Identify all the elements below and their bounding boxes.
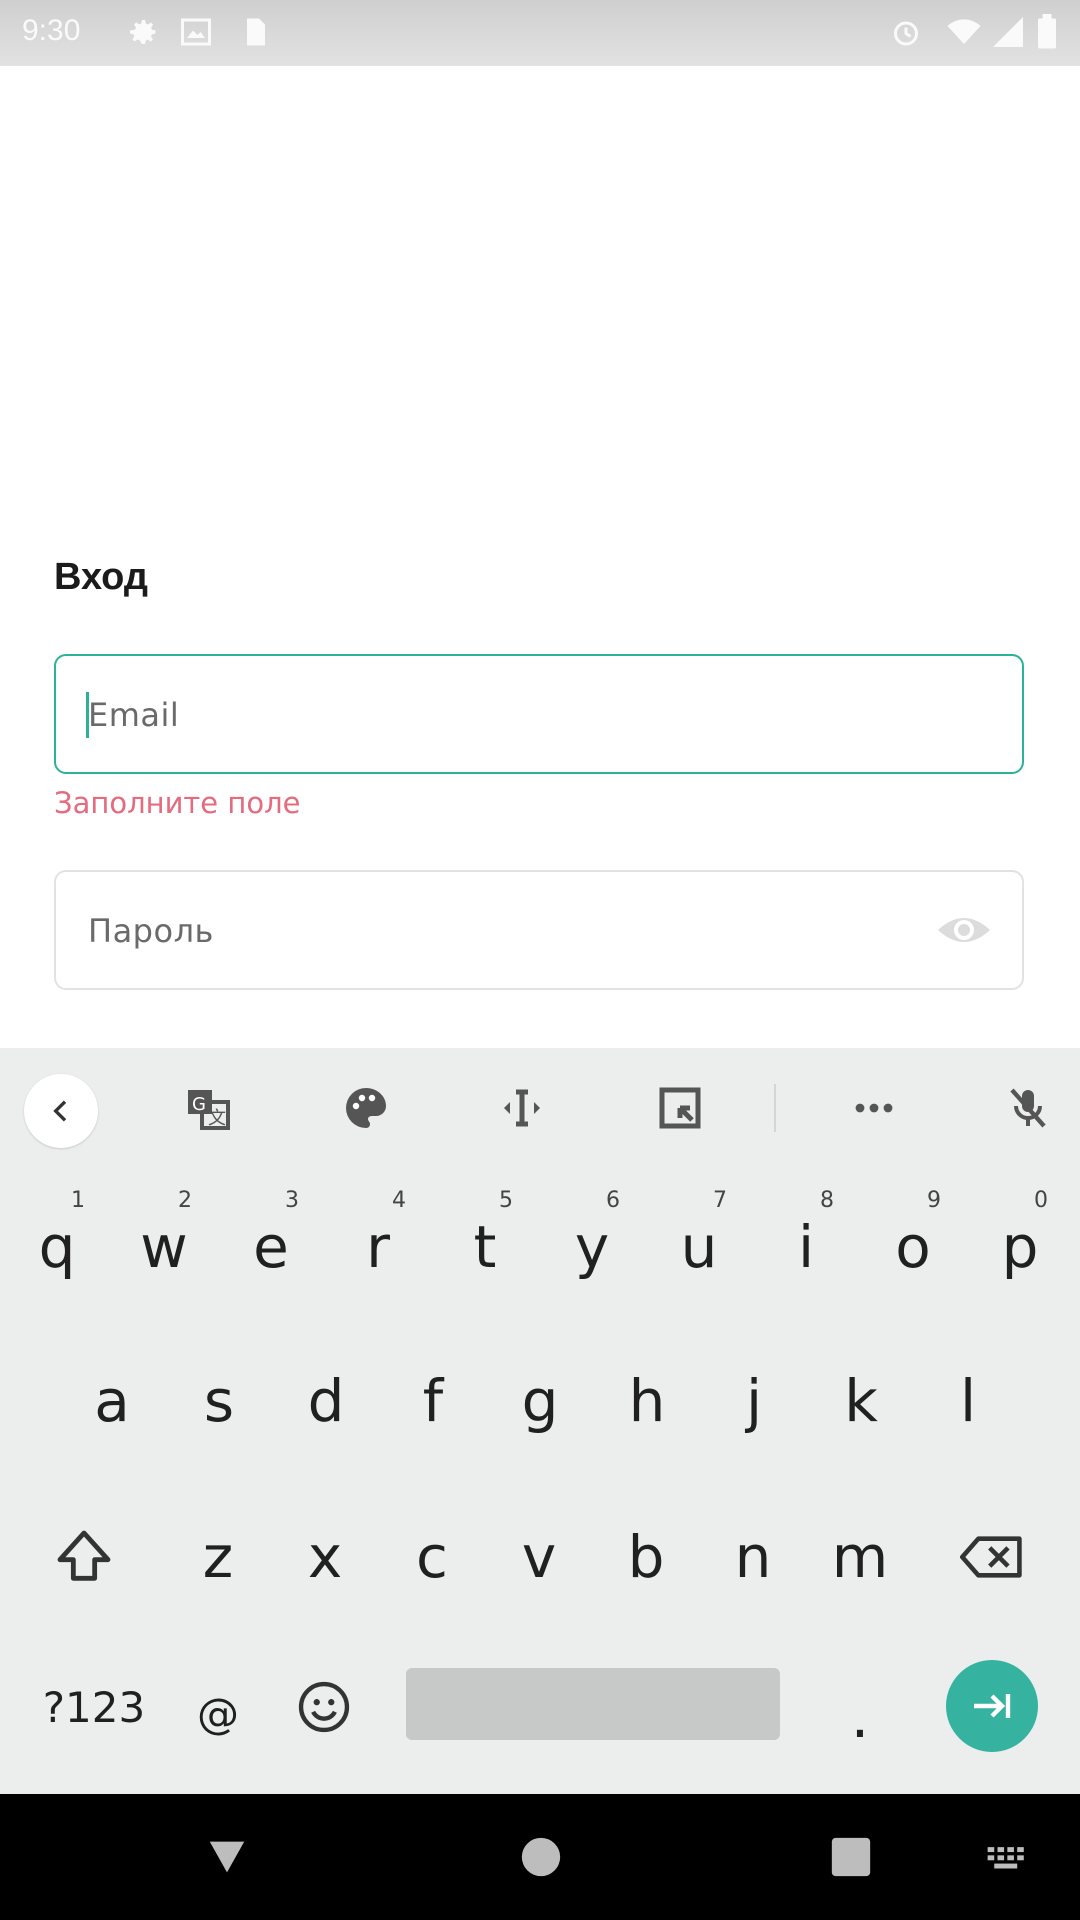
recents-square-icon[interactable] xyxy=(828,1834,874,1880)
mic-off-icon[interactable] xyxy=(996,1076,1060,1140)
key-hint: 0 xyxy=(1034,1188,1048,1213)
key-e[interactable]: 3e xyxy=(221,1182,321,1312)
key-n[interactable]: n xyxy=(703,1492,803,1622)
key-label: i xyxy=(797,1213,815,1281)
password-placeholder: Пароль xyxy=(88,912,214,950)
key-g[interactable]: g xyxy=(490,1336,590,1466)
key-label: o xyxy=(895,1213,931,1281)
back-triangle-icon[interactable] xyxy=(204,1834,250,1880)
key-b[interactable]: b xyxy=(596,1492,696,1622)
wifi-icon xyxy=(946,14,982,50)
battery-icon xyxy=(1036,14,1060,50)
home-circle-icon[interactable] xyxy=(518,1834,564,1880)
period-key[interactable]: . xyxy=(810,1652,910,1782)
screenshot-icon[interactable] xyxy=(648,1076,712,1140)
space-key[interactable] xyxy=(406,1668,780,1740)
password-field[interactable]: Пароль xyxy=(54,870,1024,990)
next-field-key[interactable] xyxy=(946,1660,1038,1752)
svg-text:文: 文 xyxy=(208,1108,226,1129)
translate-icon[interactable]: G文 xyxy=(176,1076,240,1140)
key-k[interactable]: k xyxy=(811,1336,911,1466)
key-a[interactable]: a xyxy=(62,1336,162,1466)
key-label: t xyxy=(473,1213,497,1281)
eye-icon[interactable] xyxy=(936,910,992,950)
key-v[interactable]: v xyxy=(489,1492,589,1622)
symbols-key[interactable]: ?123 xyxy=(34,1642,154,1772)
key-hint: 4 xyxy=(392,1188,406,1213)
text-cursor-icon[interactable] xyxy=(490,1076,554,1140)
svg-text:G: G xyxy=(192,1094,206,1115)
key-q[interactable]: 1q xyxy=(7,1182,107,1312)
key-label: u xyxy=(680,1213,718,1281)
key-l[interactable]: l xyxy=(918,1336,1018,1466)
at-key[interactable]: @ xyxy=(168,1648,268,1778)
key-p[interactable]: 0p xyxy=(970,1182,1070,1312)
key-label: r xyxy=(366,1213,390,1281)
alarm-icon xyxy=(888,14,924,50)
key-hint: 3 xyxy=(285,1188,299,1213)
key-u[interactable]: 7u xyxy=(649,1182,749,1312)
key-hint: 2 xyxy=(178,1188,192,1213)
key-y[interactable]: 6y xyxy=(542,1182,642,1312)
key-r[interactable]: 4r xyxy=(328,1182,428,1312)
key-label: y xyxy=(574,1213,610,1281)
key-label: w xyxy=(140,1213,188,1281)
key-c[interactable]: c xyxy=(382,1492,482,1622)
key-hint: 5 xyxy=(499,1188,513,1213)
backspace-key[interactable] xyxy=(942,1492,1042,1622)
keyboard-switch-icon[interactable] xyxy=(986,1834,1032,1880)
key-z[interactable]: z xyxy=(168,1492,268,1622)
signal-icon xyxy=(990,14,1026,50)
email-placeholder: Email xyxy=(88,696,180,734)
status-time: 9:30 xyxy=(22,14,81,47)
settings-icon xyxy=(124,14,160,50)
key-hint: 6 xyxy=(606,1188,620,1213)
navigation-bar xyxy=(0,1794,1080,1920)
toolbar-divider xyxy=(774,1084,776,1132)
key-o[interactable]: 9o xyxy=(863,1182,963,1312)
keyboard-toolbar: G文 xyxy=(0,1048,1080,1168)
key-t[interactable]: 5t xyxy=(435,1182,535,1312)
status-bar: 9:30 xyxy=(0,0,1080,66)
key-s[interactable]: s xyxy=(169,1336,269,1466)
palette-icon[interactable] xyxy=(334,1076,398,1140)
key-hint: 8 xyxy=(820,1188,834,1213)
key-hint: 9 xyxy=(927,1188,941,1213)
more-icon[interactable] xyxy=(842,1076,906,1140)
gallery-icon xyxy=(178,14,214,50)
key-j[interactable]: j xyxy=(704,1336,804,1466)
key-label: p xyxy=(1001,1213,1039,1281)
emoji-key[interactable] xyxy=(274,1642,374,1772)
back-icon[interactable] xyxy=(24,1074,98,1148)
key-h[interactable]: h xyxy=(597,1336,697,1466)
email-field[interactable]: Email xyxy=(54,654,1024,774)
key-hint: 7 xyxy=(713,1188,727,1213)
page-title: Вход xyxy=(54,556,148,598)
key-hint: 1 xyxy=(71,1188,85,1213)
key-w[interactable]: 2w xyxy=(114,1182,214,1312)
key-m[interactable]: m xyxy=(810,1492,910,1622)
key-d[interactable]: d xyxy=(276,1336,376,1466)
key-f[interactable]: f xyxy=(383,1336,483,1466)
key-x[interactable]: x xyxy=(275,1492,375,1622)
key-label: e xyxy=(253,1213,289,1281)
email-error-message: Заполните поле xyxy=(54,786,301,820)
shift-key[interactable] xyxy=(34,1492,134,1622)
key-i[interactable]: 8i xyxy=(756,1182,856,1312)
key-label: q xyxy=(38,1213,76,1281)
sim-card-icon xyxy=(238,14,274,50)
